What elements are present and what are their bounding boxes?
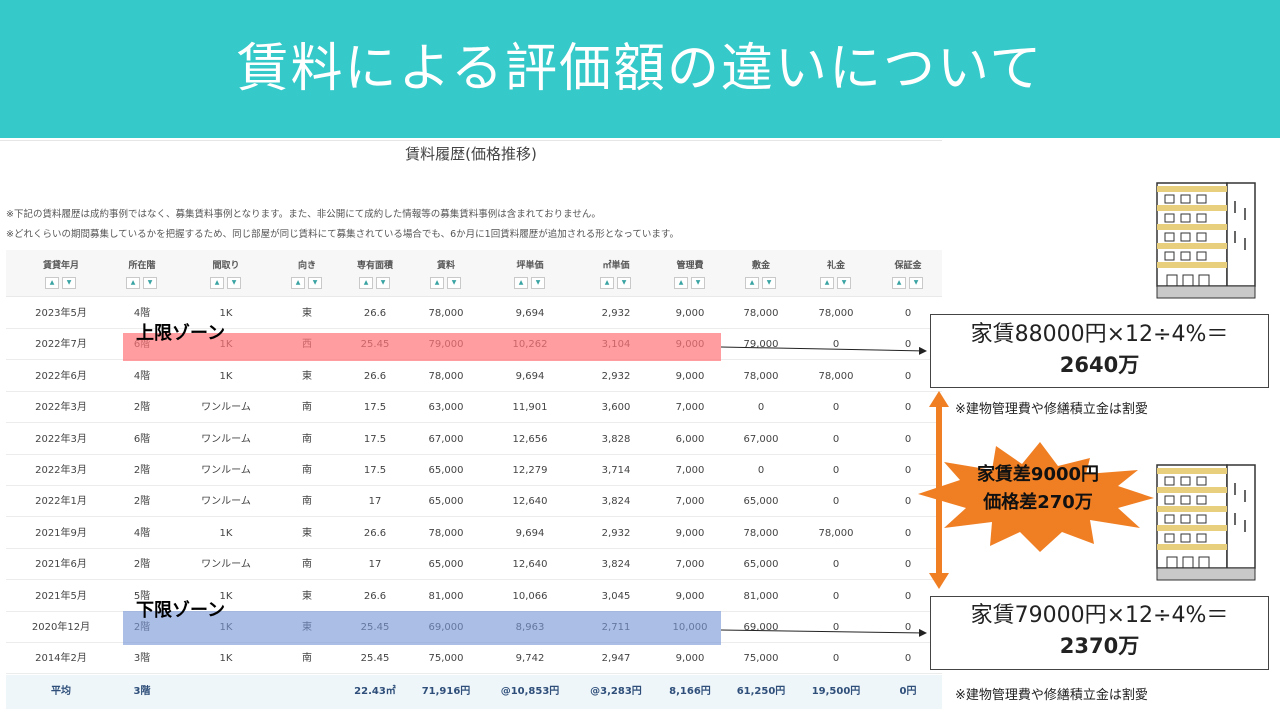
- building-icon: [1156, 182, 1256, 299]
- upper-calc-formula: 家賃88000円×12÷4%＝: [970, 322, 1229, 347]
- upper-pointer-arrow: [720, 346, 927, 355]
- lower-calc-box: 家賃79000円×12÷4%＝ 2370万: [930, 596, 1269, 670]
- upper-calc-result: 2640万: [1059, 353, 1140, 377]
- lower-calc-formula: 家賃79000円×12÷4%＝: [970, 603, 1229, 628]
- burst-price-diff: 価格差270万: [983, 492, 1093, 513]
- upper-calc-box: 家賃88000円×12÷4%＝ 2640万: [930, 314, 1269, 388]
- burst-rent-diff: 家賃差9000円: [976, 464, 1100, 485]
- lower-pointer-arrow: [720, 628, 927, 637]
- building-icon: [1156, 464, 1256, 581]
- upper-calc-note: ※建物管理費や修繕積立金は割愛: [955, 402, 1148, 417]
- lower-calc-note: ※建物管理費や修繕積立金は割愛: [955, 688, 1148, 703]
- lower-calc-result: 2370万: [1059, 634, 1140, 658]
